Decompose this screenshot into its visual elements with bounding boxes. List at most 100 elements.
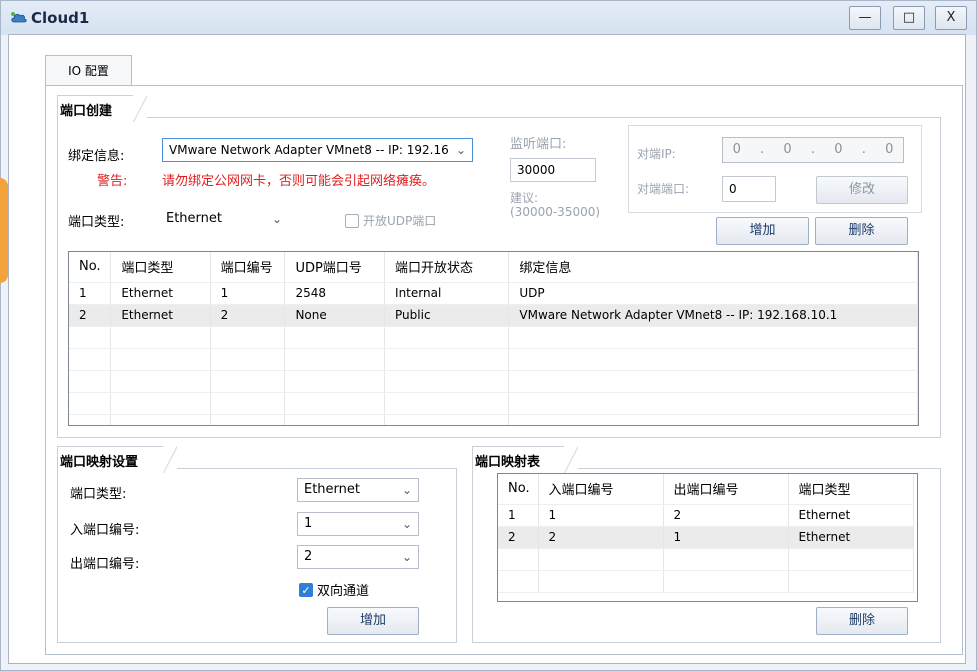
listen-port-label: 监听端口:: [510, 137, 567, 152]
table-row[interactable]: 2 Ethernet 2 None Public VMware Network …: [69, 304, 918, 327]
mapping-settings-title: 端口映射设置: [57, 446, 177, 473]
port-type-select[interactable]: Ethernet ⌄: [159, 207, 289, 231]
warning-label: 警告:: [97, 174, 128, 189]
port-create-title: 端口创建: [57, 95, 147, 122]
column-header[interactable]: 绑定信息: [508, 252, 918, 283]
peer-ip-octet-2: 0: [783, 142, 792, 157]
cloud-icon: [11, 12, 27, 23]
bind-select-value: VMware Network Adapter VMnet8 -- IP: 192…: [169, 143, 449, 157]
minimize-button[interactable]: —: [849, 6, 881, 30]
column-header[interactable]: 端口类型: [788, 474, 914, 505]
cell: 2: [210, 304, 286, 327]
empty-row: [69, 392, 918, 415]
cell: Ethernet: [788, 504, 914, 527]
map-port-type-label: 端口类型:: [70, 487, 127, 502]
tab-io-config[interactable]: IO 配置: [45, 55, 132, 85]
cell: Ethernet: [110, 304, 211, 327]
cell: None: [284, 304, 386, 327]
column-header[interactable]: No.: [69, 252, 112, 283]
column-header[interactable]: 端口开放状态: [384, 252, 510, 283]
window-title: Cloud1: [31, 9, 90, 27]
port-type-label: 端口类型:: [68, 215, 125, 230]
table-header: No. 端口类型 端口编号 UDP端口号 端口开放状态 绑定信息: [69, 252, 918, 283]
cell: UDP: [508, 282, 918, 305]
table-row[interactable]: 1 1 2 Ethernet: [498, 504, 914, 527]
cell: 2: [69, 304, 112, 327]
chevron-down-icon: ⌄: [401, 550, 412, 564]
suggest-range: (30000-35000): [510, 205, 601, 219]
cell: 2: [663, 504, 789, 527]
empty-row: [498, 570, 914, 593]
cell: Public: [384, 304, 510, 327]
column-header[interactable]: No.: [498, 474, 539, 505]
background-decoration: [0, 178, 8, 283]
table-header: No. 入端口编号 出端口编号 端口类型: [498, 474, 914, 505]
out-port-value: 2: [304, 549, 313, 564]
chevron-down-icon: ⌄: [455, 143, 466, 157]
cell: Ethernet: [788, 526, 914, 549]
column-header[interactable]: 端口编号: [210, 252, 286, 283]
map-port-type-select[interactable]: Ethernet ⌄: [297, 478, 419, 502]
empty-row: [69, 414, 918, 425]
peer-ip-octet-3: 0: [834, 142, 843, 157]
bidirectional-label: 双向通道: [317, 584, 370, 599]
out-port-select[interactable]: 2 ⌄: [297, 545, 419, 569]
column-header[interactable]: 端口类型: [110, 252, 211, 283]
empty-row: [498, 548, 914, 571]
port-table[interactable]: No. 端口类型 端口编号 UDP端口号 端口开放状态 绑定信息 1 Ether…: [68, 251, 919, 426]
mapping-table[interactable]: No. 入端口编号 出端口编号 端口类型 1 1 2 Ethernet 2 2 …: [497, 473, 918, 602]
add-mapping-button[interactable]: 增加: [327, 607, 419, 635]
chevron-down-icon: ⌄: [401, 483, 412, 497]
delete-port-button[interactable]: 删除: [815, 217, 908, 245]
bidirectional-checkbox[interactable]: ✓: [299, 583, 313, 597]
empty-row: [69, 370, 918, 393]
bind-select[interactable]: VMware Network Adapter VMnet8 -- IP: 192…: [162, 138, 473, 162]
column-header[interactable]: 入端口编号: [538, 474, 664, 505]
delete-mapping-button[interactable]: 删除: [816, 607, 908, 635]
close-button[interactable]: X: [935, 6, 967, 30]
cell: 2: [498, 526, 539, 549]
udp-port-checkbox[interactable]: [345, 214, 359, 228]
cell: Internal: [384, 282, 510, 305]
cell: 1: [538, 504, 664, 527]
peer-ip-octet-1: 0: [732, 142, 741, 157]
warning-text: 请勿绑定公网网卡，否则可能会引起网络瘫痪。: [162, 174, 436, 189]
add-port-button[interactable]: 增加: [716, 217, 809, 245]
peer-ip-input[interactable]: 0 . 0 . 0 . 0: [722, 137, 904, 163]
udp-port-label: 开放UDP端口: [363, 214, 437, 228]
cell: 1: [663, 526, 789, 549]
empty-row: [69, 348, 918, 371]
in-port-select[interactable]: 1 ⌄: [297, 512, 419, 536]
table-row[interactable]: 2 2 1 Ethernet: [498, 526, 914, 549]
ip-dot: .: [760, 142, 765, 157]
peer-port-input[interactable]: 0: [722, 176, 776, 202]
cell: 1: [498, 504, 539, 527]
ip-dot: .: [861, 142, 866, 157]
ip-dot: .: [810, 142, 816, 157]
mapping-table-title: 端口映射表: [472, 446, 578, 473]
cell: 2548: [284, 282, 386, 305]
port-type-value: Ethernet: [166, 211, 222, 226]
peer-port-label: 对端端口:: [637, 182, 690, 196]
cell: VMware Network Adapter VMnet8 -- IP: 192…: [508, 304, 918, 327]
in-port-value: 1: [304, 516, 313, 531]
map-port-type-value: Ethernet: [304, 482, 360, 497]
suggest-label: 建议:: [510, 191, 539, 205]
peer-ip-label: 对端IP:: [637, 147, 676, 161]
in-port-label: 入端口编号:: [70, 523, 140, 538]
maximize-button[interactable]: □: [893, 6, 925, 30]
bind-label: 绑定信息:: [68, 149, 125, 164]
chevron-down-icon: ⌄: [401, 517, 412, 531]
empty-row: [69, 326, 918, 349]
cell: 2: [538, 526, 664, 549]
listen-port-input[interactable]: 30000: [510, 158, 596, 182]
cell: 1: [69, 282, 112, 305]
column-header[interactable]: 出端口编号: [663, 474, 789, 505]
modify-button[interactable]: 修改: [816, 176, 908, 204]
table-row[interactable]: 1 Ethernet 1 2548 Internal UDP: [69, 282, 918, 305]
cell: Ethernet: [110, 282, 211, 305]
cell: 1: [210, 282, 286, 305]
column-header[interactable]: UDP端口号: [284, 252, 386, 283]
out-port-label: 出端口编号:: [70, 557, 140, 572]
title-bar[interactable]: Cloud1 — □ X: [1, 1, 976, 35]
